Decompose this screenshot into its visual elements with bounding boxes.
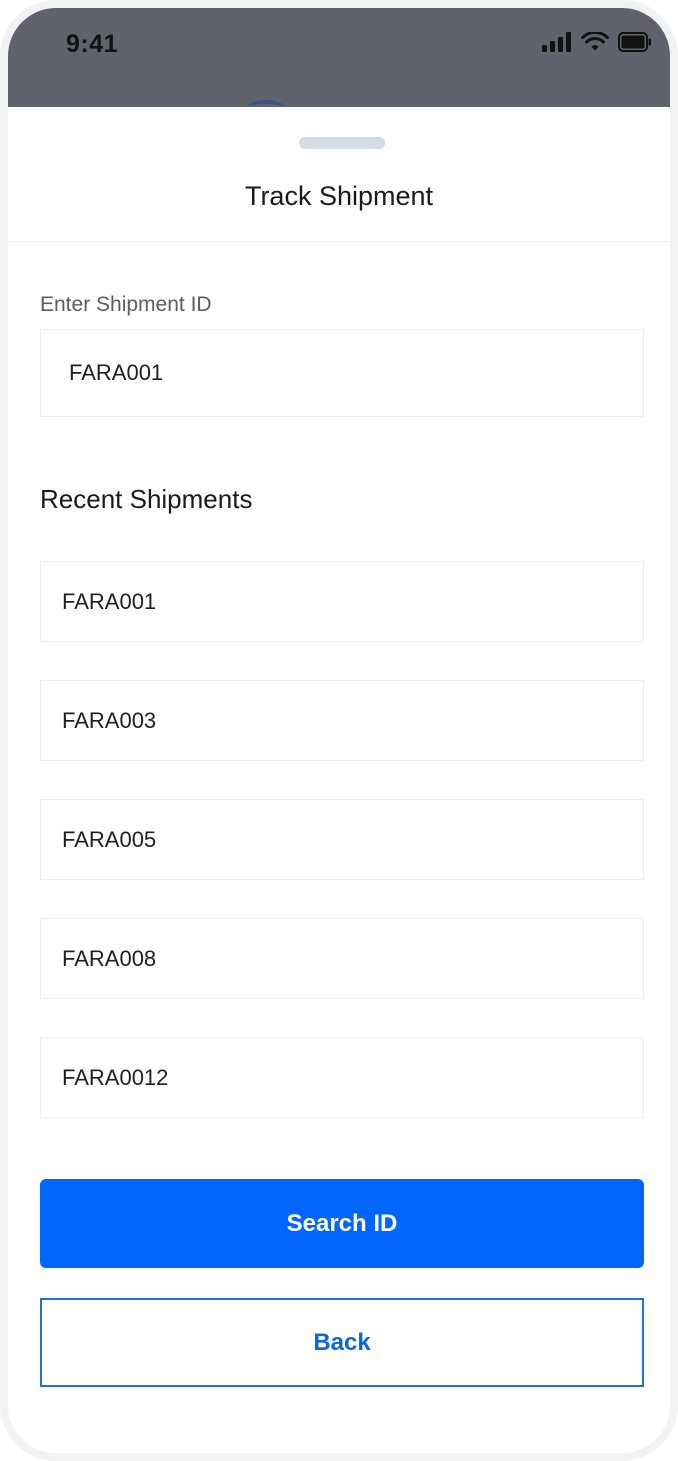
status-icons [542, 30, 652, 57]
sheet-title: Track Shipment [244, 181, 434, 211]
recent-shipment-item[interactable]: FARA008 [40, 918, 644, 999]
recent-shipment-item[interactable]: FARA001 [40, 561, 644, 642]
recent-shipments-title: Recent Shipments [40, 484, 253, 514]
search-id-button[interactable]: Search ID [40, 1179, 644, 1268]
sheet-grabber-handle[interactable] [299, 137, 385, 149]
bottom-sheet: Track Shipment Enter Shipment ID Recent … [8, 107, 670, 1453]
recent-shipment-item[interactable]: FARA0012 [40, 1037, 644, 1118]
recent-shipment-item[interactable]: FARA003 [40, 680, 644, 761]
signal-icon [542, 32, 572, 57]
battery-icon [618, 32, 652, 57]
recent-shipments-list: FARA001 FARA003 FARA005 FARA008 FARA0012 [40, 561, 644, 1156]
shipment-id-input[interactable] [40, 329, 644, 417]
back-button[interactable]: Back [40, 1298, 644, 1387]
status-bar: 9:41 [8, 8, 670, 78]
phone-frame: 9:41 Track Shipment Enter Shipment ID FA… [0, 0, 678, 1461]
shipment-id-label: Enter Shipment ID [40, 293, 212, 316]
recent-shipment-item[interactable]: FARA005 [40, 799, 644, 880]
status-time: 9:41 [66, 30, 119, 58]
header-divider [8, 241, 670, 242]
wifi-icon [581, 30, 609, 57]
